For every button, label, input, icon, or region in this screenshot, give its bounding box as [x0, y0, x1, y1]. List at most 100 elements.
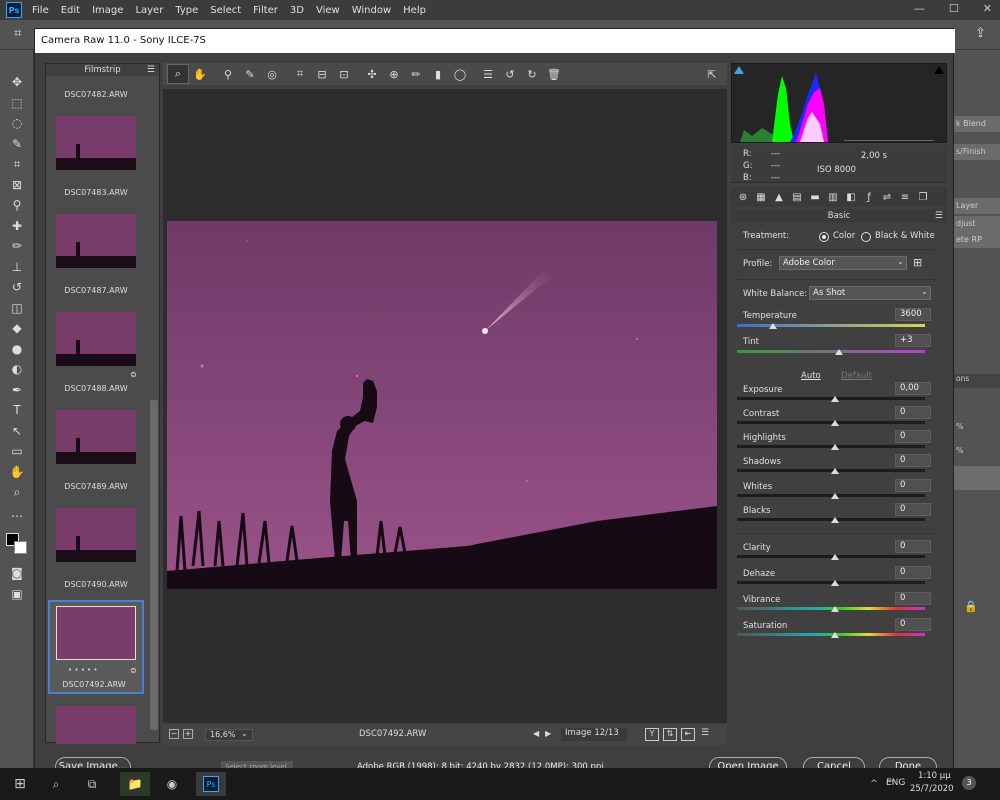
- effects-tab-icon[interactable]: ◧: [843, 189, 859, 205]
- menu-image[interactable]: Image: [92, 5, 123, 16]
- share-icon[interactable]: ⇪: [975, 26, 986, 41]
- blur-tool-icon[interactable]: ●: [0, 339, 34, 360]
- color-sampler-icon[interactable]: ✎: [239, 64, 261, 84]
- rating-stars[interactable]: • • • • •: [68, 666, 98, 674]
- basic-tab-icon[interactable]: ⊛: [735, 189, 751, 205]
- firefox-icon[interactable]: ◉: [160, 772, 184, 796]
- quick-mask-icon[interactable]: ◙: [0, 563, 34, 584]
- preview-prefs-icon[interactable]: ☰: [701, 728, 709, 738]
- spot-removal-icon[interactable]: ✣: [361, 64, 383, 84]
- trash-icon[interactable]: 🗑: [543, 64, 565, 84]
- rotate-left-icon[interactable]: ↺: [499, 64, 521, 84]
- ps-panel-button[interactable]: s/Finish: [954, 144, 1000, 160]
- maximize-button[interactable]: ☐: [949, 2, 959, 15]
- clarity-input[interactable]: 0: [895, 540, 931, 553]
- prev-image-button[interactable]: ◀: [533, 729, 539, 738]
- crop-icon[interactable]: ⌗: [14, 26, 21, 41]
- eyedropper-icon[interactable]: ⚲: [0, 195, 34, 216]
- graduated-filter-icon[interactable]: ▮: [427, 64, 449, 84]
- red-eye-icon[interactable]: ⊕: [383, 64, 405, 84]
- profile-browser-icon[interactable]: ⊞: [913, 256, 922, 269]
- treatment-bw-label[interactable]: Black & White: [875, 231, 935, 241]
- menu-layer[interactable]: Layer: [135, 5, 163, 16]
- menu-edit[interactable]: Edit: [61, 5, 80, 16]
- ps-panel-button[interactable]: djust: [954, 216, 1000, 232]
- lasso-tool-icon[interactable]: ◌: [0, 113, 34, 134]
- ps-layer-row[interactable]: [954, 466, 1000, 490]
- shape-tool-icon[interactable]: ▭: [0, 441, 34, 462]
- menu-file[interactable]: File: [32, 5, 49, 16]
- history-brush-icon[interactable]: ↺: [0, 277, 34, 298]
- search-icon[interactable]: ⌕: [44, 772, 68, 796]
- temperature-slider[interactable]: [737, 324, 925, 327]
- more-tools-icon[interactable]: …: [0, 503, 34, 524]
- ps-panel-button[interactable]: Layer: [954, 198, 1000, 214]
- menu-view[interactable]: View: [316, 5, 340, 16]
- default-link[interactable]: Default: [841, 371, 872, 381]
- image-preview[interactable]: [163, 89, 729, 723]
- temperature-slider-thumb[interactable]: [769, 323, 777, 329]
- preferences-icon[interactable]: ☰: [477, 64, 499, 84]
- file-explorer-icon[interactable]: 📁: [120, 772, 150, 796]
- task-view-icon[interactable]: ⧉: [80, 772, 104, 796]
- white-balance-icon[interactable]: ⚲: [217, 64, 239, 84]
- tint-slider[interactable]: [737, 350, 925, 353]
- radial-filter-icon[interactable]: ◯: [449, 64, 471, 84]
- panel-menu-icon[interactable]: ☰: [935, 209, 943, 223]
- filmstrip-thumbnail[interactable]: [56, 410, 136, 464]
- exposure-input[interactable]: 0,00: [895, 382, 931, 395]
- shadows-input[interactable]: 0: [895, 454, 931, 467]
- tint-input[interactable]: +3: [895, 334, 931, 347]
- close-button[interactable]: ✕: [983, 2, 992, 15]
- before-after-icon[interactable]: Y: [645, 728, 659, 741]
- temperature-input[interactable]: 3600: [895, 308, 931, 321]
- next-image-button[interactable]: ▶: [545, 729, 551, 738]
- ps-panel-button[interactable]: ete RP: [954, 232, 1000, 248]
- color-swatches[interactable]: [0, 523, 34, 563]
- treatment-color-label[interactable]: Color: [833, 231, 855, 241]
- split-toning-tab-icon[interactable]: ▬: [807, 189, 823, 205]
- zoom-out-button[interactable]: −: [169, 729, 179, 739]
- marquee-tool-icon[interactable]: ⬚: [0, 93, 34, 114]
- fullscreen-icon[interactable]: ⇱: [701, 64, 723, 84]
- filmstrip-selected-item[interactable]: • • • • • ⊜ DSC07492.ARW: [48, 600, 144, 694]
- rotate-right-icon[interactable]: ↻: [521, 64, 543, 84]
- vibrance-slider-thumb[interactable]: [831, 606, 839, 612]
- snapshots-tab-icon[interactable]: ≡: [897, 189, 913, 205]
- contrast-input[interactable]: 0: [895, 406, 931, 419]
- saturation-input[interactable]: 0: [895, 618, 931, 631]
- tint-slider-thumb[interactable]: [835, 349, 843, 355]
- whites-slider-thumb[interactable]: [831, 493, 839, 499]
- menu-window[interactable]: Window: [352, 5, 391, 16]
- menu-filter[interactable]: Filter: [253, 5, 278, 16]
- path-select-icon[interactable]: ↖: [0, 421, 34, 442]
- zoom-tool-icon[interactable]: ⌕: [0, 482, 34, 503]
- filmstrip-thumbnail[interactable]: [56, 606, 136, 660]
- wb-select[interactable]: As Shot: [809, 286, 931, 300]
- menu-select[interactable]: Select: [210, 5, 241, 16]
- shadows-slider-thumb[interactable]: [831, 468, 839, 474]
- stamp-tool-icon[interactable]: ⊥: [0, 257, 34, 278]
- profile-select[interactable]: Adobe Color: [779, 256, 907, 270]
- targeted-adjustment-icon[interactable]: ◎: [261, 64, 283, 84]
- filmstrip-thumbnail[interactable]: [56, 312, 136, 366]
- frame-tool-icon[interactable]: ⊠: [0, 175, 34, 196]
- copy-settings-icon[interactable]: ⇤: [681, 728, 695, 741]
- filmstrip-thumbnail[interactable]: [56, 706, 136, 744]
- contrast-slider-thumb[interactable]: [831, 420, 839, 426]
- type-tool-icon[interactable]: T: [0, 400, 34, 421]
- menu-3d[interactable]: 3D: [290, 5, 304, 16]
- hand-tool-icon[interactable]: ✋: [189, 64, 211, 84]
- filmstrip-menu-icon[interactable]: ☰: [147, 64, 155, 76]
- dehaze-slider-thumb[interactable]: [831, 580, 839, 586]
- pen-tool-icon[interactable]: ✒: [0, 380, 34, 401]
- adjustment-brush-icon[interactable]: ✏: [405, 64, 427, 84]
- clock-date[interactable]: 25/7/2020: [910, 784, 954, 794]
- treatment-bw-radio[interactable]: [861, 232, 871, 242]
- saturation-slider-thumb[interactable]: [831, 632, 839, 638]
- chevron-down-icon[interactable]: ⌄: [241, 729, 248, 738]
- clock-time[interactable]: 1:10 μμ: [918, 771, 951, 781]
- notification-badge[interactable]: 3: [962, 776, 976, 790]
- dehaze-input[interactable]: 0: [895, 566, 931, 579]
- filmstrip-thumbnail[interactable]: [56, 214, 136, 268]
